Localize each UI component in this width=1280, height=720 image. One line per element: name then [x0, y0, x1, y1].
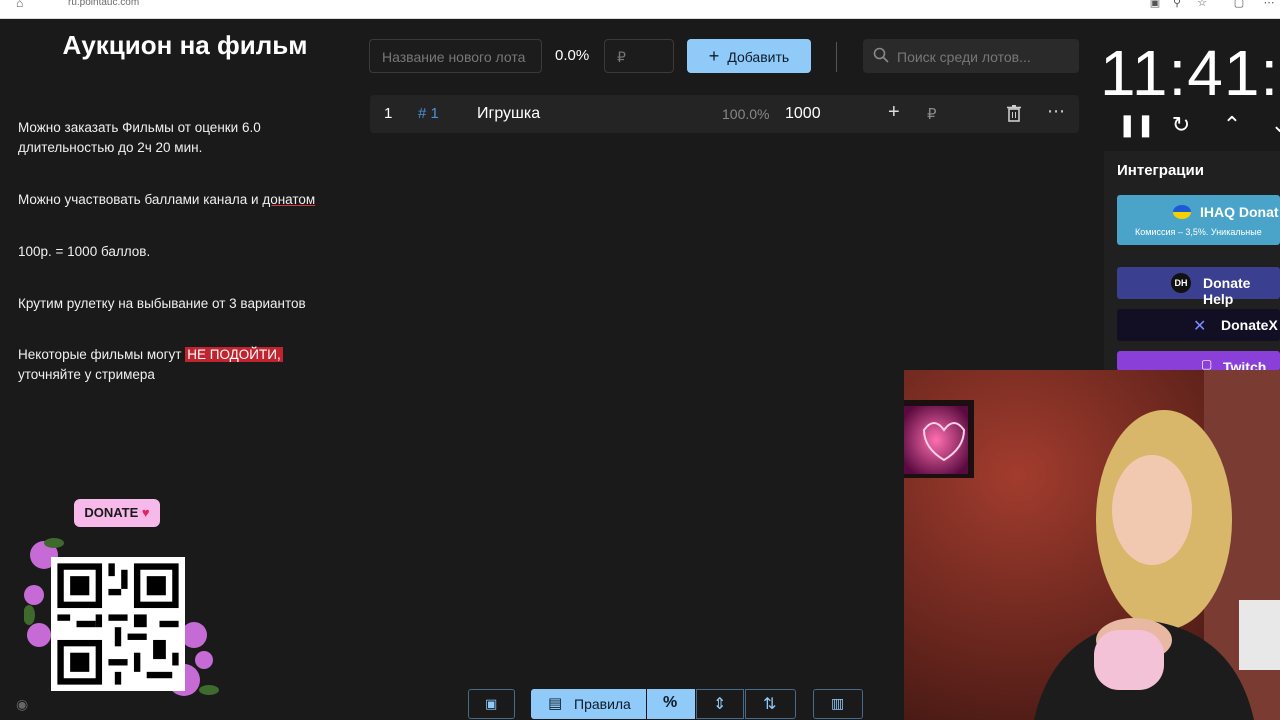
reset-icon[interactable]: ↻: [1169, 112, 1193, 137]
sort-icon: ⇅: [763, 696, 777, 713]
menu-icon[interactable]: ⋯: [1262, 0, 1276, 10]
pause-icon[interactable]: ❚❚: [1118, 112, 1155, 137]
translate-icon[interactable]: ▣: [1148, 0, 1162, 10]
percent-toggle[interactable]: %: [647, 689, 695, 719]
integrations-title: Интеграции: [1117, 162, 1204, 179]
lot-row[interactable]: 1 # 1 Игрушка 100.0% 1000 + ₽ ⋯: [370, 95, 1079, 133]
star-icon[interactable]: ☆: [1195, 0, 1209, 10]
integrations-panel: [1104, 151, 1280, 381]
twitch-button[interactable]: ▢ Twitch: [1117, 351, 1280, 371]
donate-help-icon: DH: [1171, 273, 1191, 293]
sort-toggle[interactable]: ⇅: [745, 689, 796, 719]
compact-toggle[interactable]: ⇕: [696, 689, 744, 719]
amount-input[interactable]: ₽: [604, 39, 674, 73]
plus-icon: +: [708, 46, 720, 66]
rules-icon: ▤: [548, 695, 563, 712]
more-icon[interactable]: ⋯: [1047, 101, 1065, 122]
save-icon: ▣: [485, 696, 498, 711]
rule-5: Некоторые фильмы могут НЕ ПОДОЙТИ, уточня…: [18, 347, 283, 382]
rule-3: 100р. = 1000 баллов.: [18, 244, 151, 259]
chevron-down-icon[interactable]: ⌄: [1268, 112, 1280, 137]
new-lot-input[interactable]: Название нового лота: [369, 39, 542, 73]
add-amount-icon[interactable]: +: [888, 101, 900, 124]
warning-highlight: НЕ ПОДОЙТИ,: [185, 347, 283, 362]
lot-name[interactable]: Игрушка: [477, 105, 540, 123]
zoom-icon[interactable]: ⚲: [1170, 0, 1184, 10]
percent-icon: %: [663, 694, 678, 711]
compress-icon: ⇕: [713, 696, 727, 713]
rule-2: Можно участвовать баллами канала и донат…: [18, 192, 316, 207]
browser-bar: ⌂ ru.pointauc.com ▣ ⚲ ☆ ▢ ⋯: [0, 0, 1280, 19]
ihaq-logo-icon: [1173, 205, 1191, 219]
lot-percent: 100.0%: [722, 106, 770, 122]
twitch-icon: ▢: [1201, 357, 1213, 371]
webcam-overlay: [904, 370, 1280, 720]
save-button[interactable]: ▣: [468, 689, 515, 719]
rules-button[interactable]: ▤ Правила: [531, 689, 646, 719]
toolbar-divider: [836, 42, 837, 72]
lot-currency: ₽: [927, 106, 937, 123]
page-title: Аукцион на фильм: [62, 30, 308, 60]
trash-list-icon: ▥: [831, 695, 845, 711]
rule-1: Можно заказать Фильмы от оценки 6.0 длите…: [18, 120, 261, 155]
clear-lots-button[interactable]: ▥: [813, 689, 863, 719]
search-icon: [873, 47, 889, 63]
lot-amount: 1000: [785, 105, 821, 122]
donate-badge: DONATE ♥: [74, 499, 160, 527]
timer-display: 11:41:2: [1100, 37, 1280, 109]
delete-icon[interactable]: [1006, 104, 1022, 126]
chevron-up-icon[interactable]: ⌃: [1220, 112, 1244, 137]
percent-value: 0.0%: [555, 47, 590, 64]
lot-id[interactable]: # 1: [418, 105, 439, 122]
url-text[interactable]: ru.pointauc.com: [68, 0, 139, 8]
visibility-icon[interactable]: ◉: [16, 696, 34, 712]
extensions-icon[interactable]: ▢: [1232, 0, 1246, 10]
donate-help-button[interactable]: DH Donate Help: [1117, 267, 1280, 307]
donatex-icon: ✕: [1193, 318, 1207, 335]
search-lots-input[interactable]: Поиск среди лотов...: [863, 39, 1079, 73]
qr-code: [51, 557, 185, 691]
donatex-button[interactable]: ✕ DonateX: [1117, 309, 1280, 341]
rule-4: Крутим рулетку на выбывание от 3 вариант…: [18, 296, 306, 311]
add-lot-button[interactable]: + Добавить: [687, 39, 811, 73]
home-icon[interactable]: ⌂: [16, 0, 30, 10]
ihaq-donate-button[interactable]: IHAQ Donat Комиссия – 3,5%. Уникальные: [1117, 195, 1280, 245]
lot-index: 1: [384, 105, 393, 122]
